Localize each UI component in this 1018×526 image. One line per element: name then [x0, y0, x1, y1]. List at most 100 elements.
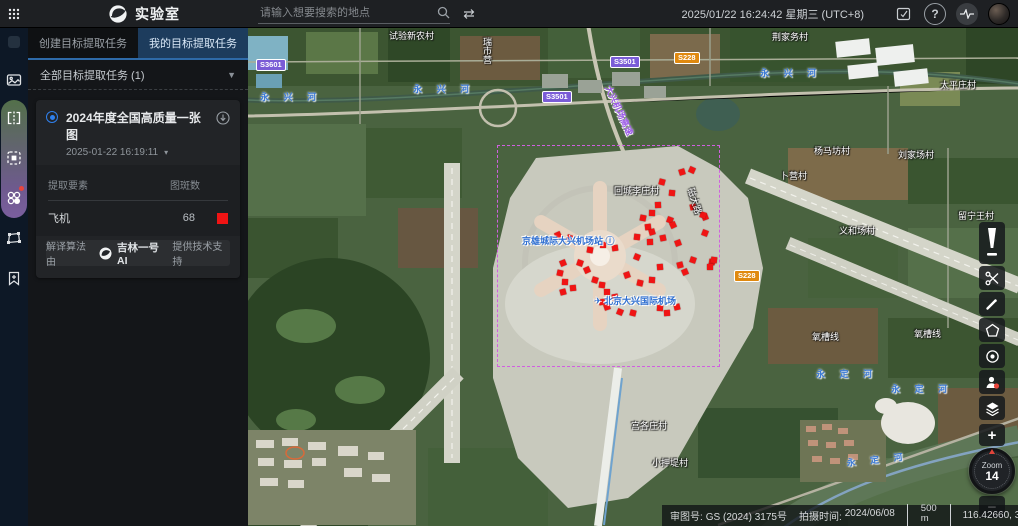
airplane-marker[interactable]: [711, 257, 718, 264]
airplane-marker[interactable]: [570, 285, 577, 292]
airplane-marker[interactable]: [599, 282, 606, 289]
download-icon[interactable]: [216, 111, 230, 158]
feature-name: 飞机: [48, 210, 70, 226]
airplane-marker[interactable]: [655, 202, 661, 208]
capture-date: 2024/06/08: [845, 508, 895, 523]
airplane-marker[interactable]: [559, 288, 566, 295]
search-input[interactable]: [258, 6, 437, 20]
airplane-marker[interactable]: [664, 310, 670, 316]
feedback-note-icon[interactable]: [892, 3, 914, 25]
map-label: 氧槽线: [812, 330, 839, 343]
task-radio[interactable]: [46, 111, 58, 123]
airplane-marker[interactable]: [562, 279, 568, 285]
clip-scissors-tool[interactable]: [979, 266, 1005, 290]
airplane-marker[interactable]: [657, 264, 664, 271]
help-icon[interactable]: ?: [924, 3, 946, 25]
airplane-marker[interactable]: [649, 277, 655, 283]
split-compare-icon[interactable]: [0, 104, 28, 132]
polygon-draw-icon[interactable]: [0, 224, 28, 252]
brand: 实验室: [108, 4, 180, 24]
table-row[interactable]: 飞机 68: [48, 210, 228, 226]
task-card[interactable]: 2024年度全国高质量一张图 2025-01-22 16:19:11▾ 提取要素…: [36, 100, 240, 278]
zoom-controls: + Zoom 14 −: [979, 424, 1005, 518]
airplane-marker[interactable]: [583, 266, 591, 274]
swap-refresh-icon[interactable]: [458, 3, 480, 25]
zoom-in-button[interactable]: +: [979, 424, 1005, 446]
notification-dot: [19, 186, 24, 191]
tab-create-task[interactable]: 创建目标提取任务: [28, 28, 138, 58]
draw-polygon-tool[interactable]: [979, 318, 1005, 342]
airplane-marker[interactable]: [591, 276, 598, 283]
scale-bar: 500 m: [907, 504, 951, 526]
airplane-marker[interactable]: [629, 309, 636, 316]
airplane-marker[interactable]: [633, 253, 641, 261]
airplane-marker[interactable]: [669, 221, 677, 229]
airplane-marker[interactable]: [676, 261, 683, 268]
airplane-marker[interactable]: [648, 228, 655, 235]
airplane-marker[interactable]: [669, 190, 676, 197]
image-gallery-icon[interactable]: [0, 66, 28, 94]
tab-my-tasks[interactable]: 我的目标提取任务: [138, 28, 248, 58]
task-filter-dropdown[interactable]: 全部目标提取任务 (1) ▼: [28, 60, 248, 90]
extraction-table: 提取要素 图斑数 飞机 68: [36, 165, 240, 236]
airplane-marker[interactable]: [681, 268, 689, 276]
zoom-dial[interactable]: Zoom 14: [969, 448, 1015, 494]
airplane-marker[interactable]: [576, 259, 584, 267]
cursor-coordinates: 116.42660, 39.53656: [963, 510, 1018, 521]
chevron-down-icon: ▼: [227, 70, 236, 80]
airplane-marker[interactable]: [674, 239, 682, 247]
search-icon[interactable]: [437, 6, 450, 19]
map-viewport[interactable]: 试验新农村瑞市营荆家务村永 兴 河永 兴 河永 兴 河太平庄村大兴机场高速回城李…: [248, 28, 1018, 526]
airplane-marker[interactable]: [689, 256, 697, 264]
locate-target-tool[interactable]: [979, 344, 1005, 368]
app-logo-icon: [108, 4, 128, 24]
map-label: 永 定 河: [846, 450, 909, 469]
app-root: 实验室 2025/01/22 16:24:42 星期三 (UTC+8) ?: [0, 0, 1018, 526]
dim-panel-icon[interactable]: [0, 28, 28, 56]
airplane-marker[interactable]: [623, 271, 631, 279]
chevron-down-icon: ▾: [164, 148, 168, 157]
airplane-marker[interactable]: [701, 229, 709, 237]
airplane-marker[interactable]: [707, 264, 713, 270]
airplane-marker[interactable]: [688, 166, 696, 174]
algo-credit: 解译算法由 吉林一号AI 提供技术支持: [46, 240, 230, 266]
map-label: 永 兴 河: [760, 66, 822, 79]
panel-tabs: 创建目标提取任务 我的目标提取任务: [28, 28, 248, 60]
app-title: 实验室: [135, 4, 180, 24]
airplane-marker[interactable]: [616, 308, 624, 316]
task-card-header: 2024年度全国高质量一张图 2025-01-22 16:19:11▾: [36, 100, 240, 165]
measure-pencil-tool[interactable]: [979, 292, 1005, 316]
airplane-marker[interactable]: [587, 247, 594, 254]
airplane-marker[interactable]: [556, 269, 563, 276]
airplane-marker[interactable]: [659, 234, 666, 241]
airplane-marker[interactable]: [678, 168, 685, 175]
task-title: 2024年度全国高质量一张图: [66, 109, 208, 143]
activity-icon[interactable]: [956, 3, 978, 25]
user-avatar[interactable]: [988, 3, 1010, 25]
map-label: 义和场村: [839, 224, 875, 237]
map-label: 大兴机场高速: [602, 83, 637, 137]
layers-tool[interactable]: [979, 396, 1005, 420]
zoom-label: Zoom: [982, 461, 1002, 470]
airplane-marker[interactable]: [634, 234, 641, 241]
map-label: 氧槽线: [914, 327, 941, 340]
task-timestamp[interactable]: 2025-01-22 16:19:11▾: [66, 147, 208, 158]
airplane-marker[interactable]: [559, 259, 567, 267]
map-label: 留宁王村: [958, 209, 994, 222]
airplane-marker[interactable]: [639, 214, 646, 221]
airplane-marker[interactable]: [636, 279, 643, 286]
apps-grid-icon[interactable]: [0, 0, 28, 28]
task-panel: 创建目标提取任务 我的目标提取任务 全部目标提取任务 (1) ▼ 2024年度全…: [28, 28, 248, 526]
apps-circles-icon[interactable]: [0, 184, 28, 212]
map-label: 回城李庄村: [614, 184, 659, 197]
airplane-marker[interactable]: [647, 239, 653, 245]
swipe-wedge-tool[interactable]: [979, 222, 1005, 264]
airplane-marker[interactable]: [649, 210, 655, 216]
bookmark-add-icon[interactable]: [0, 264, 28, 292]
map-label: ✈ 北京大兴国际机场: [594, 294, 676, 307]
target-extract-icon[interactable]: [0, 144, 28, 172]
map-toolbar: + Zoom 14 −: [979, 222, 1005, 518]
share-location-tool[interactable]: [979, 370, 1005, 394]
search-box: [258, 4, 450, 24]
airplane-marker[interactable]: [658, 178, 665, 185]
